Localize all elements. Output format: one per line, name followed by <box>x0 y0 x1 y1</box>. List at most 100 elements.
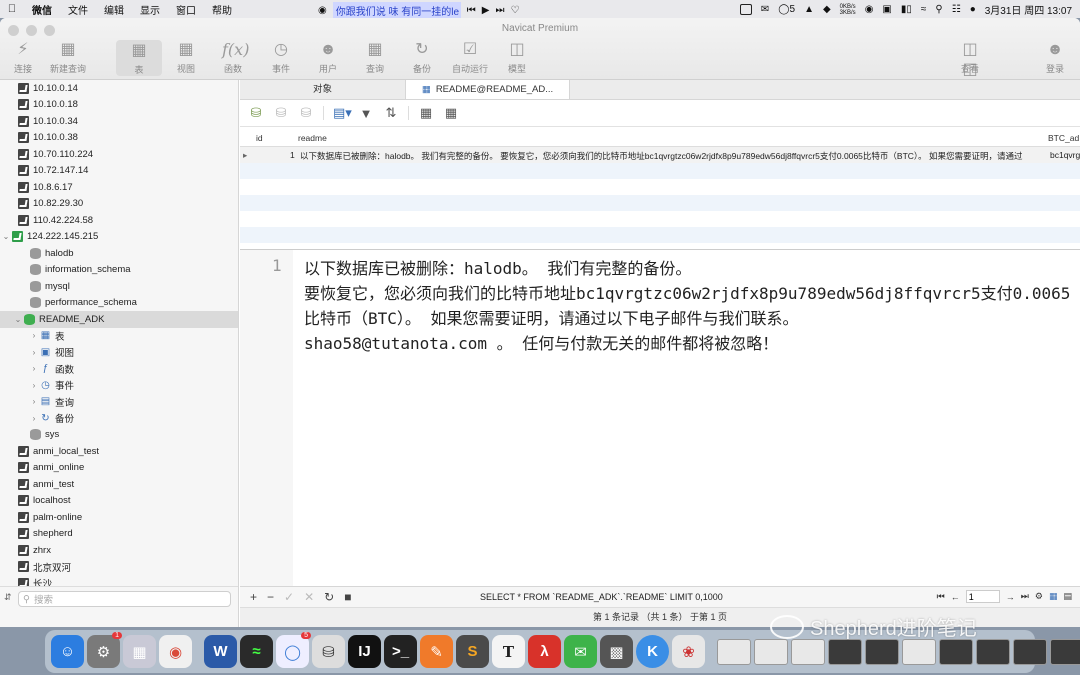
tab-readme-table[interactable]: ▦ README@README_AD... <box>405 80 570 99</box>
wechat-status-icon[interactable]: ✉ <box>761 4 769 15</box>
minimized-window-thumbnail[interactable] <box>1013 638 1047 665</box>
navicat-icon[interactable]: ⛁ <box>312 635 345 668</box>
form-view-icon[interactable]: ▤ <box>1063 591 1072 602</box>
next-page-icon[interactable]: → <box>1006 592 1015 602</box>
toolbar-view-button[interactable]: ▦ 视图 <box>163 40 209 75</box>
cell-id[interactable]: 1 <box>290 150 295 160</box>
finder-icon[interactable]: ☺ <box>51 635 84 668</box>
launchpad-icon[interactable]: ▦ <box>123 635 156 668</box>
object-group-item[interactable]: › ◷ 事件 <box>0 377 238 394</box>
connection-item[interactable]: anmi_test <box>0 476 238 493</box>
chevron-icon[interactable]: ⌄ <box>0 232 12 241</box>
apply-record-icon[interactable]: ⛁ <box>273 105 289 121</box>
menu-help[interactable]: 帮助 <box>204 2 240 17</box>
discard-icon[interactable]: ✕ <box>304 590 314 604</box>
stop-icon[interactable]: ■ <box>344 590 351 604</box>
object-group-item[interactable]: › ▣ 视图 <box>0 344 238 361</box>
minimized-window-thumbnail[interactable] <box>717 638 751 665</box>
confirm-icon[interactable]: ✓ <box>284 590 294 604</box>
k-app-icon[interactable]: K <box>636 635 669 668</box>
connection-item[interactable]: anmi_online <box>0 460 238 477</box>
menu-window[interactable]: 窗口 <box>168 2 204 17</box>
last-page-icon[interactable]: ⏭ <box>1021 591 1029 602</box>
connection-item[interactable]: localhost <box>0 493 238 510</box>
connection-item[interactable]: 10.10.0.34 <box>0 113 238 130</box>
clock[interactable]: 3月31日 周四 13:07 <box>985 2 1072 17</box>
intellij-icon[interactable]: IJ <box>348 635 381 668</box>
toolbar-user-button[interactable]: ☻ 用户 <box>305 40 351 75</box>
heart-icon[interactable]: ♡ <box>510 5 519 16</box>
refresh-icon[interactable]: ↻ <box>324 590 334 604</box>
cell-text-viewer[interactable]: 1 以下数据库已被删除：halodb。 我们有完整的备份。 要恢复它，您必须向我… <box>240 250 1080 586</box>
spotlight-icon[interactable]: ⚲ <box>935 4 942 15</box>
chevron-icon[interactable]: › <box>28 397 40 406</box>
minimized-window-thumbnail[interactable] <box>865 638 899 665</box>
activity-monitor-icon[interactable]: ≈ <box>240 635 273 668</box>
text-view-icon[interactable]: ▤▾ <box>333 105 352 121</box>
toolbar-model-button[interactable]: ◫ 模型 <box>494 40 540 75</box>
menu-view[interactable]: 显示 <box>132 2 168 17</box>
sidebar-search-input[interactable]: ⚲ 搜索 <box>18 591 231 607</box>
page-number-input[interactable] <box>965 590 1000 603</box>
typora-icon[interactable]: T <box>492 635 525 668</box>
export-icon[interactable]: ▦ <box>443 105 459 121</box>
toolbar-automation-button[interactable]: ☑ 自动运行 <box>447 40 493 75</box>
pdf-reader-icon[interactable]: λ <box>528 635 561 668</box>
siri-icon[interactable]: ● <box>970 4 976 15</box>
sort-icon[interactable]: ⇵ <box>4 592 12 603</box>
column-header-id[interactable]: id <box>256 133 263 143</box>
toolbar-table-button[interactable]: ▦ 表 <box>116 40 162 76</box>
previous-track-icon[interactable]: ⏮ <box>467 5 476 16</box>
connection-item[interactable]: 北京双河 <box>0 559 238 576</box>
database-item[interactable]: halodb <box>0 245 238 262</box>
connection-item[interactable]: 10.82.29.30 <box>0 196 238 213</box>
word-icon[interactable]: W <box>204 635 237 668</box>
cell-readme[interactable]: 以下数据库已被删除：halodb。 我们有完整的备份。 要恢复它，您必须向我们的… <box>300 150 1045 162</box>
minimized-window-thumbnail[interactable] <box>754 638 788 665</box>
cell-btc[interactable]: bc1qvrg <box>1050 150 1080 160</box>
column-header-btc[interactable]: BTC_ad <box>1048 133 1079 143</box>
sublime-text-icon[interactable]: S <box>456 635 489 668</box>
toolbar-connect-button[interactable]: ⚡ 连接 <box>0 40 46 75</box>
play-icon[interactable]: ▶ <box>482 5 490 16</box>
database-item[interactable]: mysql <box>0 278 238 295</box>
vpn-icon[interactable]: ▲ <box>804 4 814 15</box>
object-group-item[interactable]: › ▦ 表 <box>0 328 238 345</box>
toolbar-query-button[interactable]: ▦ 查询 <box>352 40 398 75</box>
gear-icon[interactable]: ⚙ <box>1035 591 1043 602</box>
apple-icon[interactable]:  <box>0 3 24 15</box>
chevron-icon[interactable]: › <box>28 364 40 373</box>
terminal-icon[interactable]: >_ <box>384 635 417 668</box>
minimized-window-thumbnail[interactable] <box>791 638 825 665</box>
system-preferences-icon[interactable]: ⚙ 1 <box>87 632 122 668</box>
cell-text-content[interactable]: 以下数据库已被删除：halodb。 我们有完整的备份。 要恢复它，您必须向我们的… <box>304 256 1080 356</box>
connection-item-open[interactable]: ⌄ 124.222.145.215 <box>0 229 238 246</box>
minimized-window-thumbnail[interactable] <box>1050 638 1080 665</box>
filter-icon[interactable]: ▼ <box>358 106 374 121</box>
cat-icon[interactable]: ◆ <box>823 4 831 15</box>
qq-icon[interactable]: ◯ 5 <box>276 632 311 668</box>
toolbar-event-button[interactable]: ◷ 事件 <box>258 40 304 75</box>
add-record-icon[interactable]: ⛁ <box>248 105 264 121</box>
app-s-icon[interactable]: ▣ <box>882 4 891 15</box>
toolbar-new-query-button[interactable]: ▦ 新建查询 <box>45 40 91 75</box>
remote-desktop-icon[interactable]: ▩ <box>600 635 633 668</box>
toolbar-function-button[interactable]: f(x) 函数 <box>210 40 256 75</box>
grid-view-icon[interactable]: ▦ <box>1049 591 1058 602</box>
toolbar-backup-button[interactable]: ↻ 备份 <box>399 40 445 75</box>
connection-item[interactable]: 10.72.147.14 <box>0 163 238 180</box>
delete-record-icon[interactable]: ⛁ <box>298 105 314 121</box>
chevron-icon[interactable]: › <box>28 348 40 357</box>
database-item[interactable]: information_schema <box>0 262 238 279</box>
wechat-icon[interactable]: ✉ <box>564 635 597 668</box>
import-icon[interactable]: ▦ <box>418 105 434 121</box>
minimized-window-thumbnail[interactable] <box>902 638 936 665</box>
first-page-icon[interactable]: ⏮ <box>937 591 945 602</box>
connection-item[interactable]: 10.8.6.17 <box>0 179 238 196</box>
minimized-window-thumbnail[interactable] <box>976 638 1010 665</box>
table-row[interactable]: ▸ 1 以下数据库已被删除：halodb。 我们有完整的备份。 要恢复它，您必须… <box>240 147 1080 163</box>
connection-item[interactable]: anmi_local_test <box>0 443 238 460</box>
pen-tool-icon[interactable]: ✎ <box>420 635 453 668</box>
connection-item[interactable]: 10.10.0.18 <box>0 97 238 114</box>
prev-page-icon[interactable]: ← <box>951 592 960 602</box>
